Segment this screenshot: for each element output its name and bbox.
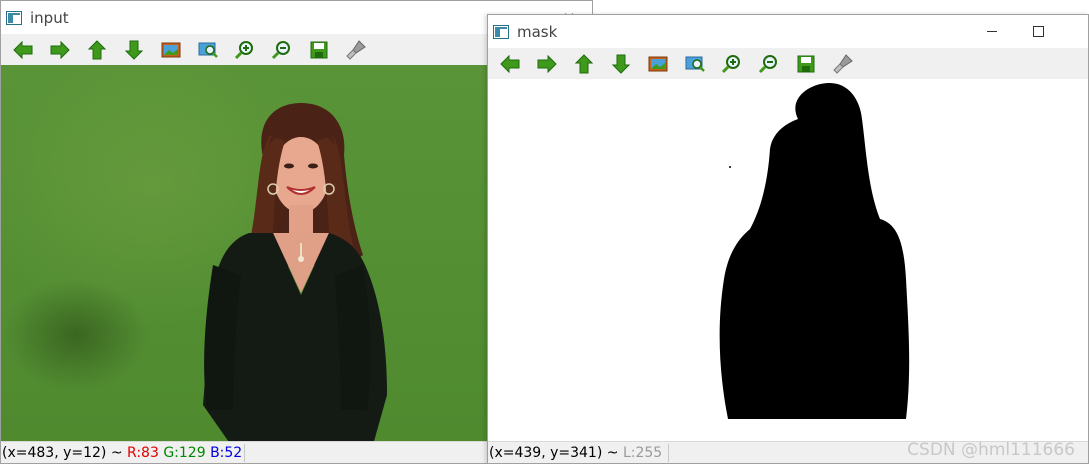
arrow-left-icon bbox=[499, 54, 519, 73]
pan-left-button[interactable] bbox=[4, 36, 41, 64]
properties-icon bbox=[345, 39, 366, 60]
maximize-icon bbox=[1032, 26, 1044, 37]
pan-left-button[interactable] bbox=[491, 50, 528, 78]
mask-canvas[interactable] bbox=[488, 79, 1088, 441]
arrow-right-icon bbox=[537, 54, 557, 73]
app-icon bbox=[6, 10, 22, 25]
save-button[interactable] bbox=[787, 50, 824, 78]
status-separator bbox=[668, 444, 670, 462]
app-icon bbox=[493, 24, 509, 39]
save-icon bbox=[797, 55, 814, 72]
silhouette-mask bbox=[719, 82, 910, 419]
properties-button[interactable] bbox=[824, 50, 861, 78]
arrow-right-icon bbox=[50, 40, 70, 59]
mask-window: mask (x=439, y=341) ~ L:255 bbox=[487, 14, 1089, 464]
arrow-up-icon bbox=[574, 53, 593, 73]
status-separator bbox=[244, 444, 246, 462]
zoom-fit-button[interactable] bbox=[676, 50, 713, 78]
pan-up-button[interactable] bbox=[565, 50, 602, 78]
status-luminance: L:255 bbox=[622, 445, 663, 461]
pan-right-button[interactable] bbox=[528, 50, 565, 78]
image-icon bbox=[161, 42, 180, 57]
save-button[interactable] bbox=[300, 36, 337, 64]
zoom-out-button[interactable] bbox=[750, 50, 787, 78]
zoom-in-icon bbox=[234, 40, 253, 59]
window-title: mask bbox=[517, 22, 558, 41]
zoom-out-icon bbox=[271, 40, 290, 59]
properties-icon bbox=[832, 53, 853, 74]
pan-down-button[interactable] bbox=[602, 50, 639, 78]
minimize-button[interactable] bbox=[969, 15, 1015, 48]
zoom-original-button[interactable] bbox=[639, 50, 676, 78]
zoom-original-button[interactable] bbox=[152, 36, 189, 64]
zoom-fit-icon bbox=[198, 42, 218, 58]
properties-button[interactable] bbox=[337, 36, 374, 64]
zoom-in-icon bbox=[721, 54, 740, 73]
arrow-up-icon bbox=[87, 39, 106, 59]
save-icon bbox=[310, 41, 327, 58]
window-title: input bbox=[30, 8, 69, 27]
watermark: CSDN @hml111666 bbox=[907, 440, 1075, 460]
zoom-out-icon bbox=[758, 54, 777, 73]
pan-up-button[interactable] bbox=[78, 36, 115, 64]
zoom-out-button[interactable] bbox=[263, 36, 300, 64]
pan-right-button[interactable] bbox=[41, 36, 78, 64]
maximize-button[interactable] bbox=[1015, 15, 1061, 48]
status-red: R:83 bbox=[127, 445, 159, 461]
status-blue: B:52 bbox=[210, 445, 243, 461]
zoom-in-button[interactable] bbox=[226, 36, 263, 64]
status-green: G:129 bbox=[163, 445, 206, 461]
toolbar bbox=[488, 48, 1088, 79]
zoom-fit-button[interactable] bbox=[189, 36, 226, 64]
zoom-fit-icon bbox=[685, 56, 705, 72]
status-coords: (x=439, y=341) ~ bbox=[489, 445, 619, 461]
arrow-down-icon bbox=[124, 40, 143, 60]
arrow-left-icon bbox=[12, 40, 32, 59]
zoom-in-button[interactable] bbox=[713, 50, 750, 78]
image-icon bbox=[648, 56, 667, 71]
status-coords: (x=483, y=12) ~ bbox=[2, 445, 123, 461]
minimize-icon bbox=[987, 31, 997, 32]
pan-down-button[interactable] bbox=[115, 36, 152, 64]
mask-titlebar[interactable]: mask bbox=[488, 15, 1088, 48]
arrow-down-icon bbox=[611, 54, 630, 74]
